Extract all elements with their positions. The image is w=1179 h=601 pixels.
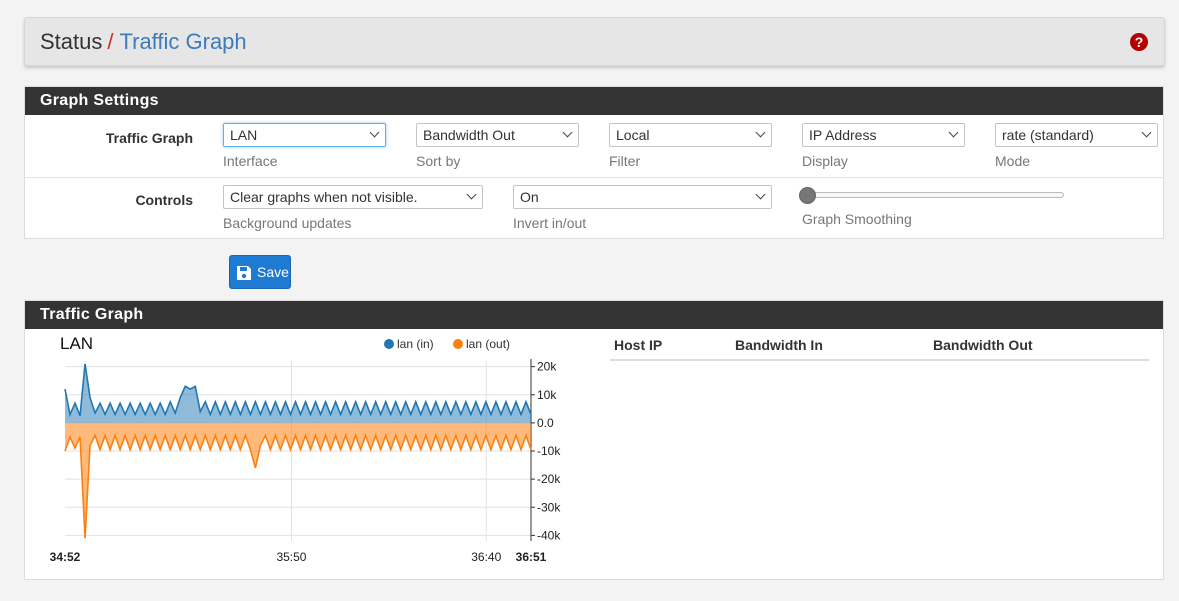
background-updates-select-value: Clear graphs when not visible. — [230, 189, 418, 205]
y-tick-label: 20k — [537, 360, 557, 374]
traffic-chart: 20k 10k 0.0 -10k -20k -30k -40k 34:52 35:50 36:40… — [50, 359, 561, 564]
chevron-down-icon — [466, 189, 477, 200]
chevron-down-icon — [369, 127, 380, 138]
display-select[interactable]: IP Address — [802, 123, 965, 147]
graph-settings-heading: Graph Settings — [25, 87, 1163, 115]
traffic-graph-row-label: Traffic Graph — [105, 130, 193, 146]
display-help: Display — [802, 153, 848, 169]
controls-row-label: Controls — [135, 192, 193, 208]
x-tick-label: 36:40 — [471, 550, 501, 564]
invert-help: Invert in/out — [513, 215, 587, 231]
bandwidth-in-header: Bandwidth In — [735, 337, 823, 353]
filter-help: Filter — [609, 153, 641, 169]
table-header-rule — [610, 359, 1149, 361]
breadcrumb-current-link[interactable]: Traffic Graph — [120, 29, 247, 54]
display-select-value: IP Address — [809, 127, 877, 143]
graph-smoothing-help: Graph Smoothing — [802, 211, 912, 227]
save-button[interactable]: Save — [229, 255, 291, 289]
floppy-disk-icon — [237, 266, 251, 280]
interface-select[interactable]: LAN — [223, 123, 386, 147]
y-tick-label: -40k — [537, 528, 561, 542]
sort-by-select[interactable]: Bandwidth Out — [416, 123, 579, 147]
row-divider — [25, 177, 1163, 178]
mode-select[interactable]: rate (standard) — [995, 123, 1158, 147]
background-updates-help: Background updates — [223, 215, 352, 231]
y-tick-label: 0.0 — [537, 416, 554, 430]
y-tick-label: 10k — [537, 388, 557, 402]
x-tick-label: 35:50 — [276, 550, 306, 564]
filter-select[interactable]: Local — [609, 123, 772, 147]
invert-select-value: On — [520, 189, 539, 205]
traffic-graph-panel: Traffic Graph LAN lan (in) lan (out) 20k… — [24, 300, 1164, 580]
filter-select-value: Local — [616, 127, 650, 143]
x-tick-label: 36:51 — [516, 550, 547, 564]
y-tick-label: -10k — [537, 444, 561, 458]
invert-select[interactable]: On — [513, 185, 772, 209]
y-tick-label: -20k — [537, 472, 561, 486]
mode-help: Mode — [995, 153, 1031, 169]
traffic-graph-heading: Traffic Graph — [25, 301, 1163, 329]
sort-by-help: Sort by — [416, 153, 461, 169]
breadcrumb-separator: / — [107, 29, 114, 54]
breadcrumb: Status / Traffic Graph ? — [24, 17, 1165, 66]
bandwidth-out-header: Bandwidth Out — [933, 337, 1033, 353]
graph-smoothing-slider[interactable] — [799, 187, 1064, 204]
x-tick-label: 34:52 — [50, 550, 81, 564]
host-ip-header: Host IP — [614, 337, 663, 353]
interface-help: Interface — [223, 153, 278, 169]
save-label: Save — [257, 264, 289, 280]
y-tick-label: -30k — [537, 500, 561, 514]
chevron-down-icon — [755, 127, 766, 138]
chevron-down-icon — [562, 127, 573, 138]
chevron-down-icon — [948, 127, 959, 138]
series-line — [64, 363, 532, 418]
chevron-down-icon — [1141, 127, 1152, 138]
sort-by-select-value: Bandwidth Out — [423, 127, 515, 143]
slider-handle[interactable] — [799, 187, 816, 204]
breadcrumb-root: Status — [40, 29, 103, 54]
interface-select-value: LAN — [230, 127, 258, 143]
mode-select-value: rate (standard) — [1002, 127, 1094, 143]
question-circle-icon[interactable]: ? — [1130, 33, 1148, 51]
chevron-down-icon — [755, 189, 766, 200]
graph-settings-panel: Graph Settings Traffic Graph LAN Interfa… — [24, 86, 1164, 239]
series-area — [65, 422, 531, 539]
background-updates-select[interactable]: Clear graphs when not visible. — [223, 185, 483, 209]
